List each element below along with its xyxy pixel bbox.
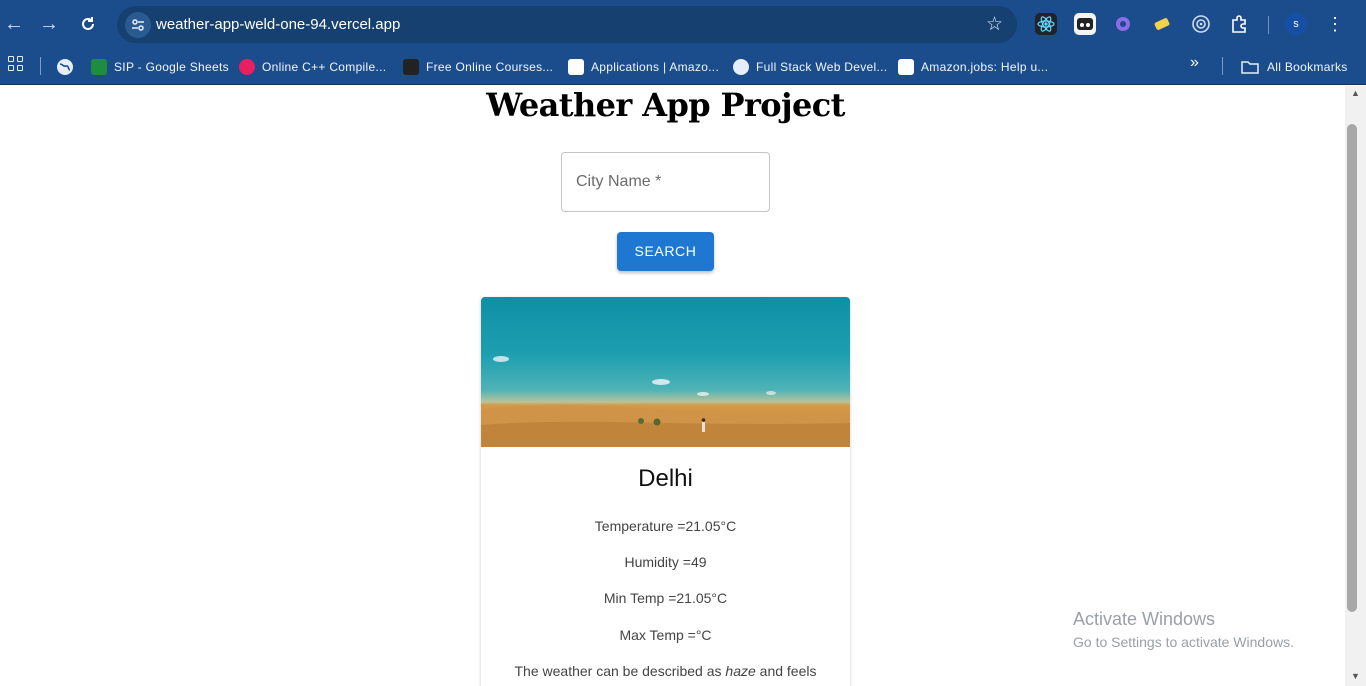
bookmark-item[interactable]: Free Online Courses... [403, 56, 553, 78]
bookmark-item[interactable]: Full Stack Web Devel... [733, 56, 887, 78]
puzzle-icon[interactable] [1228, 13, 1250, 35]
bookmark-label: Amazon.jobs: Help u... [921, 60, 1049, 74]
bookmarks-divider [40, 57, 41, 75]
description-condition: haze [725, 663, 756, 679]
bookmark-label: SIP - Google Sheets [114, 60, 229, 74]
globe-icon [733, 59, 749, 75]
temperature-text: Temperature =21.05°C [594, 518, 737, 534]
more-vertical-icon[interactable]: ⋮ [1326, 12, 1344, 36]
page-content: Weather App Project City Name * SEARCH D… [0, 86, 1345, 686]
max-temp-text: Max Temp =°C [619, 627, 712, 643]
description-suffix: and feels [755, 663, 817, 679]
scroll-up-arrow-icon[interactable]: ▲ [1345, 88, 1366, 98]
search-button[interactable]: SEARCH [617, 232, 714, 271]
bookmark-item[interactable]: Applications | Amazo... [568, 56, 719, 78]
description-prefix: The weather can be described as [514, 663, 726, 679]
chevron-double-right-icon[interactable]: » [1190, 54, 1199, 72]
forward-arrow-icon[interactable]: → [37, 12, 61, 36]
address-bar[interactable]: weather-app-weld-one-94.vercel.app ☆ [117, 6, 1017, 43]
min-temp-text: Min Temp =21.05°C [603, 590, 728, 606]
extension-eraser-icon[interactable] [1151, 13, 1173, 35]
reload-icon[interactable] [76, 12, 100, 36]
city-name: Delhi [638, 465, 693, 492]
activate-windows-subtitle: Go to Settings to activate Windows. [1073, 634, 1294, 650]
bookmark-label: Full Stack Web Devel... [756, 60, 888, 74]
amazon-icon [568, 59, 584, 75]
extension-target-icon[interactable] [1190, 13, 1212, 35]
weather-card: Delhi Temperature =21.05°C Humidity =49 … [481, 297, 850, 686]
browser-toolbar: ← → weather-app-weld-one-94.vercel.app ☆… [0, 0, 1366, 49]
activate-windows-title: Activate Windows [1073, 609, 1216, 629]
profile-avatar[interactable]: s [1285, 13, 1307, 35]
url-text[interactable]: weather-app-weld-one-94.vercel.app [156, 16, 400, 33]
star-icon[interactable]: ☆ [986, 13, 1003, 36]
site-settings-icon[interactable] [125, 12, 151, 38]
extension-glasses-icon[interactable] [1074, 13, 1096, 35]
google-sheets-icon [91, 59, 107, 75]
bookmarks-divider [1222, 57, 1223, 75]
back-arrow-icon[interactable]: ← [2, 12, 26, 36]
bookmark-item[interactable]: SIP - Google Sheets [91, 56, 229, 78]
amazon-icon [898, 59, 914, 75]
city-name-label: City Name * [576, 173, 662, 190]
bookmark-label: Applications | Amazo... [591, 60, 720, 74]
bookmark-label: Online C++ Compile... [262, 60, 387, 74]
scroll-down-arrow-icon[interactable]: ▼ [1345, 671, 1366, 681]
humidity-text: Humidity =49 [624, 554, 707, 570]
page-title: Weather App Project [486, 86, 845, 124]
apps-grid-icon[interactable] [8, 56, 24, 72]
toolbar-divider [1268, 16, 1269, 34]
weather-description: The weather can be described as haze and… [481, 663, 850, 679]
all-bookmarks-button[interactable]: All Bookmarks [1241, 56, 1348, 78]
bookmark-item[interactable]: Online C++ Compile... [239, 56, 386, 78]
desert-image [481, 297, 850, 447]
all-bookmarks-label: All Bookmarks [1267, 60, 1348, 74]
bookmark-label: Free Online Courses... [426, 60, 554, 74]
scrollbar-thumb[interactable] [1347, 124, 1357, 612]
bookmark-item[interactable]: Amazon.jobs: Help u... [898, 56, 1048, 78]
react-devtools-icon[interactable] [1035, 13, 1057, 35]
extension-gear-icon[interactable] [1112, 13, 1134, 35]
city-name-field[interactable]: City Name * [561, 152, 770, 212]
compiler-logo-icon [239, 59, 255, 75]
translate-icon [403, 59, 419, 75]
globe-icon[interactable] [56, 56, 74, 78]
